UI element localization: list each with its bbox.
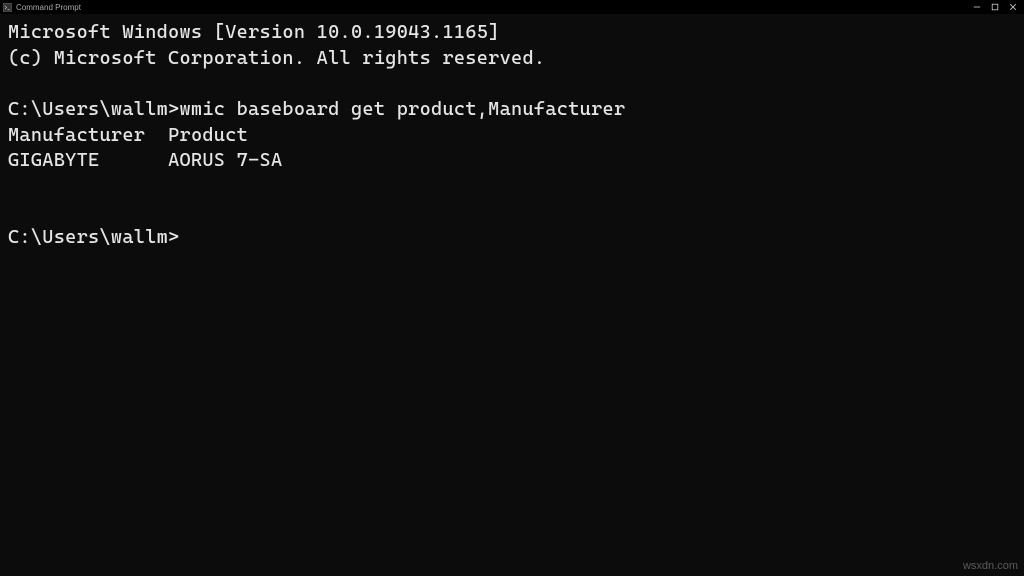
col-header-manufacturer: Manufacturer [8,124,145,146]
banner-line-2: (c) Microsoft Corporation. All rights re… [8,47,545,69]
prompt-2: C:\Users\wallm> [8,226,180,248]
command-1: wmic baseboard get product,Manufacturer [180,98,626,120]
titlebar-left: Command Prompt [2,2,81,12]
prompt-1: C:\Users\wallm> [8,98,180,120]
value-manufacturer: GIGABYTE [8,149,99,171]
col-header-product: Product [168,124,248,146]
banner-line-1: Microsoft Windows [Version 10.0.19043.11… [8,21,500,43]
watermark: wsxdn.com [963,560,1018,572]
maximize-button[interactable] [986,0,1004,14]
cmd-icon [2,2,12,12]
window-title: Command Prompt [16,3,81,12]
close-button[interactable] [1004,0,1022,14]
window-controls [968,0,1022,14]
terminal-output[interactable]: Microsoft Windows [Version 10.0.19043.11… [0,14,1024,257]
minimize-button[interactable] [968,0,986,14]
window-titlebar: Command Prompt [0,0,1024,14]
value-product: AORUS 7-SA [168,149,282,171]
